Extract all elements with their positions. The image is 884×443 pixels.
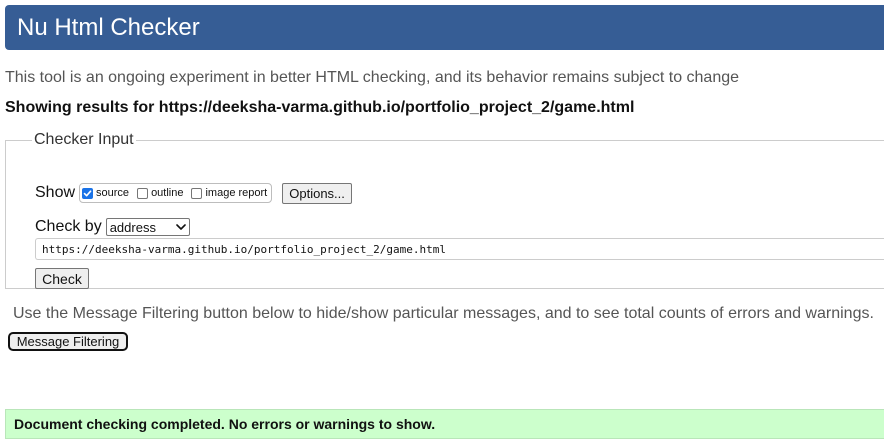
show-label: Show (35, 184, 76, 201)
check-button[interactable]: Check (35, 268, 89, 289)
show-options-group: source outline image report (79, 183, 273, 203)
options-button[interactable]: Options... (282, 182, 352, 204)
source-checkbox[interactable] (82, 187, 94, 199)
check-by-row: Check by address (35, 217, 190, 237)
show-outline-option[interactable]: outline (137, 187, 183, 199)
check-by-select[interactable]: address (105, 218, 190, 236)
check-by-label: Check by (35, 218, 102, 235)
checker-input-legend: Checker Input (34, 131, 134, 148)
chevron-down-icon (175, 224, 186, 230)
outline-label: outline (151, 187, 184, 199)
page-title: Nu Html Checker (17, 14, 200, 41)
checker-input-fieldset: Checker Input Show source outline image … (5, 131, 884, 289)
show-row: Show source outline image report Options… (35, 182, 352, 204)
show-image-report-option[interactable]: image report (191, 187, 267, 199)
image-report-label: image report (205, 187, 268, 199)
outline-checkbox[interactable] (137, 187, 149, 199)
message-filtering-button[interactable]: Message Filtering (8, 332, 128, 351)
url-input[interactable]: https://deeksha-varma.github.io/portfoli… (35, 238, 884, 260)
tool-description: This tool is an ongoing experiment in be… (5, 69, 740, 86)
checkmark-icon (83, 189, 92, 196)
check-by-selected-value: address (109, 219, 156, 235)
source-label: source (96, 187, 130, 199)
show-source-option[interactable]: source (82, 187, 129, 199)
success-message: Document checking completed. No errors o… (5, 409, 884, 439)
results-heading: Showing results for https://deeksha-varm… (5, 99, 635, 116)
message-filtering-info: Use the Message Filtering button below t… (13, 305, 874, 322)
image-report-checkbox[interactable] (191, 187, 203, 199)
page-header: Nu Html Checker (5, 5, 884, 50)
